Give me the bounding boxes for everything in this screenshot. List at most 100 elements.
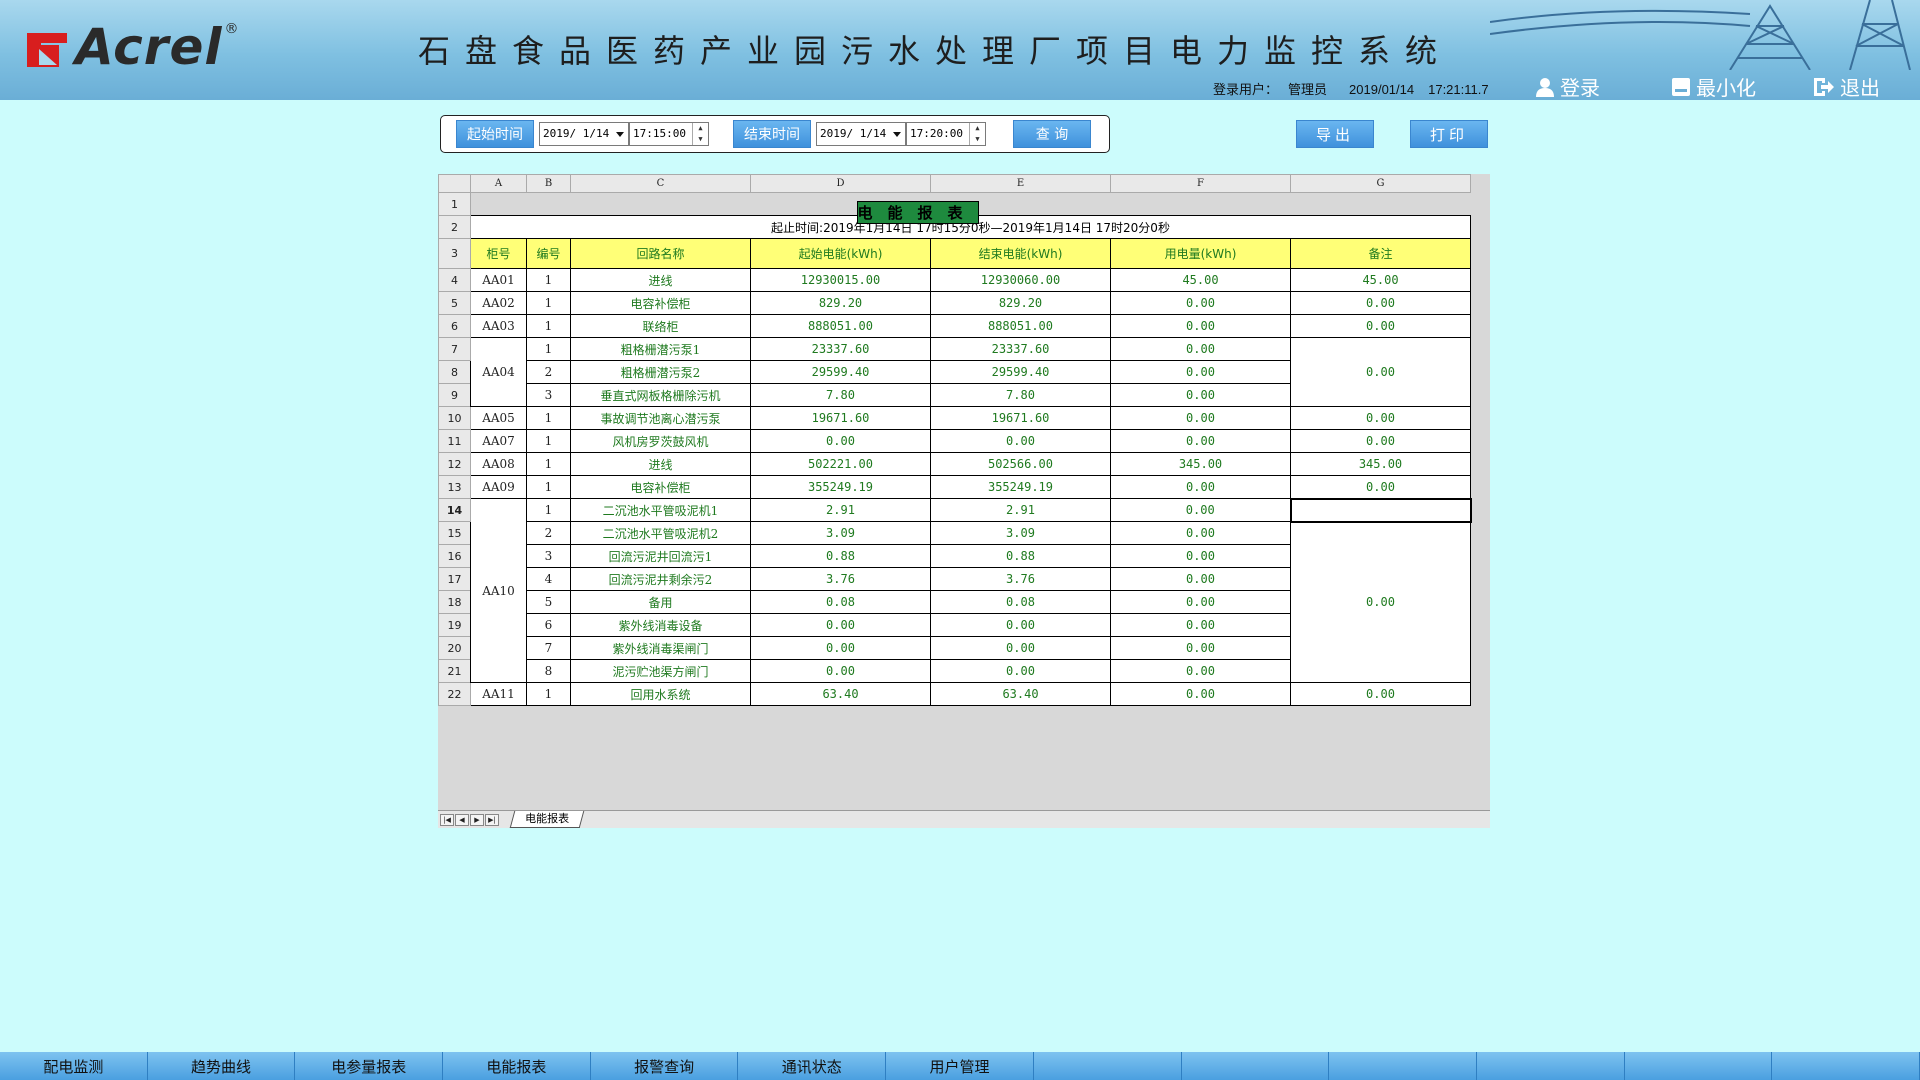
- next-sheet-icon[interactable]: ▶: [470, 814, 484, 826]
- column-header-a[interactable]: A: [470, 174, 527, 193]
- chevron-down-icon[interactable]: [616, 132, 624, 137]
- energy-report-sheet[interactable]: A B C D E F G 1 电能报表 2 起止时间:2019年1月14日 17时15分0秒—20…: [438, 174, 1490, 828]
- print-button[interactable]: 打印: [1410, 120, 1488, 148]
- row-header[interactable]: 4: [438, 268, 471, 292]
- start-energy-cell[interactable]: 0.88: [750, 544, 931, 568]
- circuit-no-cell[interactable]: 7: [526, 636, 571, 660]
- nav-item-5[interactable]: 通讯状态: [738, 1052, 887, 1080]
- start-energy-cell[interactable]: 2.91: [750, 498, 931, 522]
- circuit-name-cell[interactable]: 回流污泥井回流污1: [570, 544, 751, 568]
- start-date-picker[interactable]: 2019/ 1/14: [539, 122, 629, 146]
- end-energy-cell[interactable]: 63.40: [930, 682, 1111, 706]
- note-cell[interactable]: 0.00: [1290, 314, 1471, 338]
- start-energy-cell[interactable]: 0.00: [750, 429, 931, 453]
- circuit-name-cell[interactable]: 进线: [570, 452, 751, 476]
- circuit-no-cell[interactable]: 8: [526, 659, 571, 683]
- nav-item-4[interactable]: 报警查询: [591, 1052, 739, 1080]
- nav-item-6[interactable]: 用户管理: [886, 1052, 1034, 1080]
- prev-sheet-icon[interactable]: ◀: [455, 814, 469, 826]
- row-header[interactable]: 22: [438, 682, 471, 706]
- usage-cell[interactable]: 0.00: [1110, 406, 1291, 430]
- select-all-corner[interactable]: [438, 174, 471, 193]
- row-header[interactable]: 13: [438, 475, 471, 499]
- circuit-no-cell[interactable]: 2: [526, 521, 571, 545]
- usage-cell[interactable]: 0.00: [1110, 498, 1291, 522]
- end-energy-cell[interactable]: 0.00: [930, 636, 1111, 660]
- column-title[interactable]: 起始电能(kWh): [750, 238, 931, 269]
- column-header-b[interactable]: B: [526, 174, 571, 193]
- row-header[interactable]: 7: [438, 337, 471, 361]
- start-energy-cell[interactable]: 23337.60: [750, 337, 931, 361]
- start-energy-cell[interactable]: 3.76: [750, 567, 931, 591]
- spin-down-icon[interactable]: ▼: [970, 134, 985, 145]
- circuit-name-cell[interactable]: 备用: [570, 590, 751, 614]
- circuit-no-cell[interactable]: 1: [526, 475, 571, 499]
- column-title[interactable]: 备注: [1290, 238, 1471, 269]
- usage-cell[interactable]: 0.00: [1110, 337, 1291, 361]
- row-header[interactable]: 2: [438, 215, 471, 239]
- row-header[interactable]: 18: [438, 590, 471, 614]
- usage-cell[interactable]: 0.00: [1110, 544, 1291, 568]
- usage-cell[interactable]: 0.00: [1110, 429, 1291, 453]
- start-energy-cell[interactable]: 502221.00: [750, 452, 931, 476]
- export-button[interactable]: 导出: [1296, 120, 1374, 148]
- start-energy-cell[interactable]: 888051.00: [750, 314, 931, 338]
- start-energy-cell[interactable]: 0.00: [750, 636, 931, 660]
- nav-item-2[interactable]: 电参量报表: [295, 1052, 444, 1080]
- exit-button[interactable]: 退出: [1814, 72, 1880, 100]
- end-energy-cell[interactable]: 7.80: [930, 383, 1111, 407]
- cabinet-cell[interactable]: AA11: [470, 682, 527, 706]
- row-header[interactable]: 14: [438, 498, 471, 522]
- end-energy-cell[interactable]: 888051.00: [930, 314, 1111, 338]
- circuit-no-cell[interactable]: 1: [526, 268, 571, 292]
- row-header[interactable]: 5: [438, 291, 471, 315]
- circuit-name-cell[interactable]: 泥污贮池渠方闸门: [570, 659, 751, 683]
- end-energy-cell[interactable]: 0.00: [930, 429, 1111, 453]
- row-header[interactable]: 16: [438, 544, 471, 568]
- note-cell[interactable]: 0.00: [1290, 521, 1471, 683]
- cabinet-cell[interactable]: AA01: [470, 268, 527, 292]
- usage-cell[interactable]: 345.00: [1110, 452, 1291, 476]
- circuit-no-cell[interactable]: 4: [526, 567, 571, 591]
- row-header[interactable]: 15: [438, 521, 471, 545]
- end-date-picker[interactable]: 2019/ 1/14: [816, 122, 906, 146]
- column-header-e[interactable]: E: [930, 174, 1111, 193]
- nav-item-3[interactable]: 电能报表: [443, 1052, 591, 1080]
- circuit-no-cell[interactable]: 1: [526, 337, 571, 361]
- note-cell[interactable]: 45.00: [1290, 268, 1471, 292]
- circuit-name-cell[interactable]: 紫外线消毒设备: [570, 613, 751, 637]
- circuit-name-cell[interactable]: 回流污泥井剩余污2: [570, 567, 751, 591]
- sheet-tab-energy-report[interactable]: 电能报表: [509, 811, 585, 828]
- start-energy-cell[interactable]: 29599.40: [750, 360, 931, 384]
- usage-cell[interactable]: 0.00: [1110, 636, 1291, 660]
- row-header[interactable]: 17: [438, 567, 471, 591]
- column-header-d[interactable]: D: [750, 174, 931, 193]
- cabinet-cell[interactable]: AA07: [470, 429, 527, 453]
- spin-down-icon[interactable]: ▼: [693, 134, 708, 145]
- end-energy-cell[interactable]: 829.20: [930, 291, 1111, 315]
- circuit-name-cell[interactable]: 二沉池水平管吸泥机1: [570, 498, 751, 522]
- first-sheet-icon[interactable]: |◀: [440, 814, 454, 826]
- usage-cell[interactable]: 0.00: [1110, 590, 1291, 614]
- cabinet-cell[interactable]: AA04: [470, 337, 527, 407]
- query-button[interactable]: 查 询: [1013, 120, 1091, 148]
- note-cell[interactable]: 0.00: [1290, 682, 1471, 706]
- end-energy-cell[interactable]: 12930060.00: [930, 268, 1111, 292]
- column-header-g[interactable]: G: [1290, 174, 1471, 193]
- circuit-no-cell[interactable]: 1: [526, 406, 571, 430]
- start-time-field[interactable]: 17:15:00 ▲ ▼: [629, 122, 709, 146]
- row-header[interactable]: 12: [438, 452, 471, 476]
- circuit-no-cell[interactable]: 3: [526, 544, 571, 568]
- spin-up-icon[interactable]: ▲: [970, 123, 985, 134]
- circuit-no-cell[interactable]: 5: [526, 590, 571, 614]
- cabinet-cell[interactable]: AA10: [470, 498, 527, 683]
- end-energy-cell[interactable]: 3.09: [930, 521, 1111, 545]
- end-energy-cell[interactable]: 19671.60: [930, 406, 1111, 430]
- start-energy-cell[interactable]: 355249.19: [750, 475, 931, 499]
- login-button[interactable]: 登录: [1536, 72, 1600, 100]
- end-energy-cell[interactable]: 23337.60: [930, 337, 1111, 361]
- start-time-spinner[interactable]: ▲ ▼: [692, 123, 708, 145]
- nav-item-1[interactable]: 趋势曲线: [148, 1052, 296, 1080]
- start-energy-cell[interactable]: 0.00: [750, 659, 931, 683]
- end-energy-cell[interactable]: 3.76: [930, 567, 1111, 591]
